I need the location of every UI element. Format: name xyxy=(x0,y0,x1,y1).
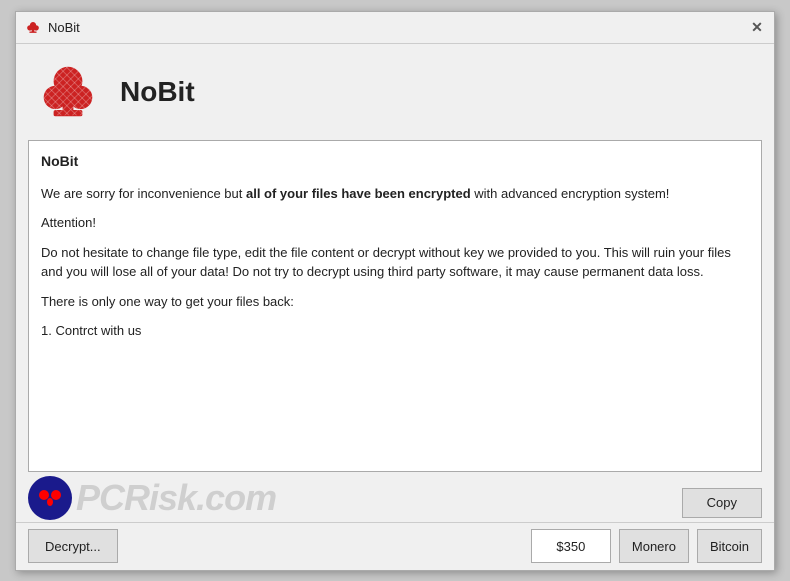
main-area: NoBit We are sorry for inconvenience but… xyxy=(16,140,774,484)
para1-suffix: with advanced encryption system! xyxy=(471,186,670,201)
close-button[interactable]: ✕ xyxy=(748,18,766,36)
bitcoin-button[interactable]: Bitcoin xyxy=(697,529,762,563)
para1-bold: all of your files have been encrypted xyxy=(246,186,471,201)
app-logo xyxy=(32,56,104,128)
paragraph-5: 1. Contrct with us xyxy=(41,321,749,341)
copy-button[interactable]: Copy xyxy=(682,488,762,518)
paragraph-2: Attention! xyxy=(41,213,749,233)
content-title: NoBit xyxy=(41,151,749,172)
decrypt-button[interactable]: Decrypt... xyxy=(28,529,118,563)
paragraph-1: We are sorry for inconvenience but all o… xyxy=(41,184,749,204)
app-title: NoBit xyxy=(120,76,195,108)
bottom-bar: PCRisk.com Decrypt... Monero Bitcoin xyxy=(16,522,774,570)
title-bar: NoBit ✕ xyxy=(16,12,774,44)
paragraph-4: There is only one way to get your files … xyxy=(41,292,749,312)
title-bar-icon xyxy=(24,18,42,36)
paragraph-3: Do not hesitate to change file type, edi… xyxy=(41,243,749,282)
title-bar-text: NoBit xyxy=(48,20,748,35)
para1-prefix: We are sorry for inconvenience but xyxy=(41,186,246,201)
copy-bar: Copy xyxy=(16,484,774,522)
ransom-text-box[interactable]: NoBit We are sorry for inconvenience but… xyxy=(28,140,762,472)
monero-button[interactable]: Monero xyxy=(619,529,689,563)
main-window: NoBit ✕ xyxy=(15,11,775,571)
header-area: NoBit xyxy=(16,44,774,140)
price-input[interactable] xyxy=(531,529,611,563)
text-content: NoBit We are sorry for inconvenience but… xyxy=(41,151,749,341)
